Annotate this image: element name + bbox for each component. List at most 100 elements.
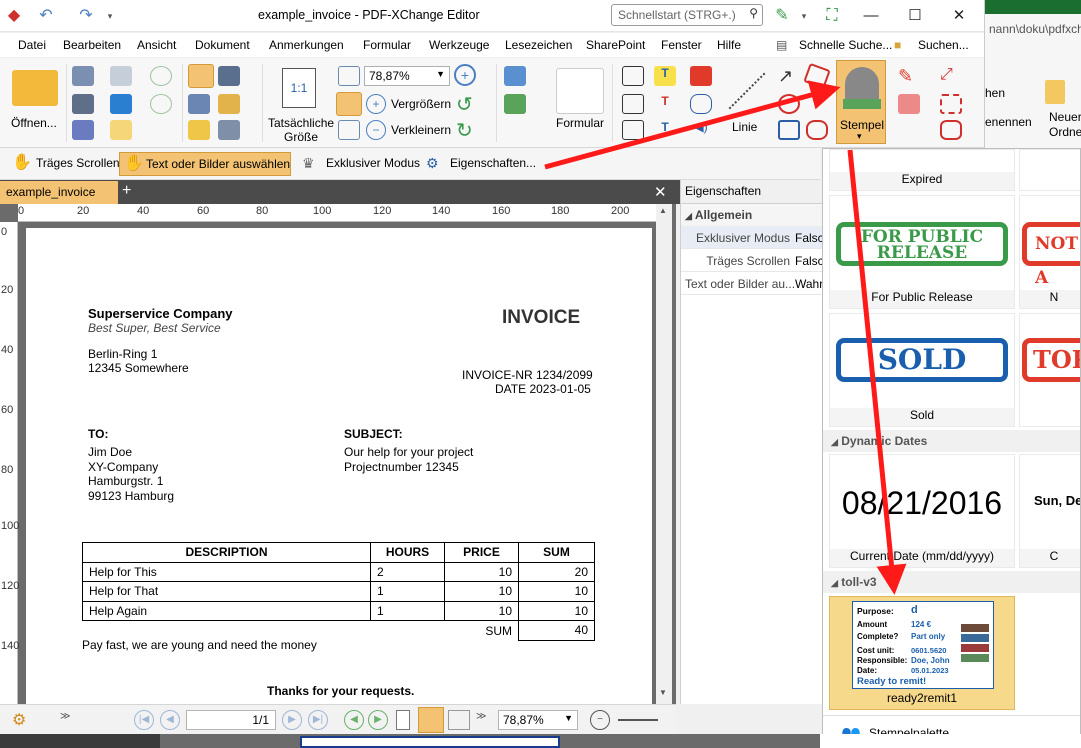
property-row[interactable]: Träges Scrollen Falsch [681, 249, 830, 272]
zoom-select-bottom[interactable]: 78,87% ▼ [498, 710, 578, 730]
hand-tool-icon[interactable] [188, 64, 214, 88]
measure-perimeter-icon[interactable] [940, 94, 962, 114]
search-folder-icon[interactable]: ■ [894, 38, 901, 52]
open-folder-icon[interactable] [12, 70, 58, 106]
close-button[interactable]: ✕ [944, 6, 974, 26]
chevron-down-icon[interactable]: ▾ [100, 6, 120, 26]
stamp-item-sold[interactable]: SOLD Sold [829, 313, 1015, 427]
stamp-item[interactable] [1019, 149, 1080, 191]
zoom-out-label[interactable]: Verkleinern [391, 123, 451, 137]
attachment-icon[interactable] [690, 94, 712, 114]
menu-bearbeiten[interactable]: Bearbeiten [63, 38, 121, 52]
text-box-icon[interactable] [622, 94, 644, 114]
menu-sharepoint[interactable]: SharePoint [586, 38, 645, 52]
last-page-icon[interactable]: ▶| [308, 710, 328, 730]
document-tab[interactable]: example_invoice [0, 181, 118, 204]
forward-view-icon[interactable]: ▶ [368, 710, 388, 730]
stamp-item-top-secret[interactable]: TOP [1019, 313, 1080, 427]
add-tab-icon[interactable]: + [122, 182, 131, 200]
exclusive-mode-button[interactable]: ♛ Exklusiver Modus [300, 152, 420, 176]
gear-icon[interactable]: ⚙ [12, 710, 26, 730]
zoom-out-icon[interactable]: − [590, 710, 610, 730]
menu-hilfe[interactable]: Hilfe [717, 38, 741, 52]
stamp-section-dynamic-dates[interactable]: ◢ Dynamic Dates [823, 430, 1080, 452]
zoom-in-magnifier-icon[interactable]: + [454, 64, 476, 86]
zoom-in-icon[interactable]: + [366, 94, 386, 114]
two-page-icon[interactable] [448, 710, 470, 730]
quick-launch-input[interactable]: Schnellstart (STRG+.) ⚲ [611, 4, 763, 26]
text-field-icon[interactable] [622, 66, 644, 86]
comment-icon[interactable] [188, 120, 210, 140]
strikeout-icon[interactable]: T [654, 94, 676, 114]
measure-distance-icon[interactable]: ⤢ [940, 66, 962, 86]
redo-icon[interactable]: ↷ [76, 6, 96, 26]
pdf-page[interactable]: Superservice Company Best Super, Best Se… [26, 228, 652, 704]
menu-datei[interactable]: Datei [18, 38, 46, 52]
pencil-icon[interactable]: ✎ [898, 66, 920, 86]
property-row[interactable]: Text oder Bilder au... Wahr [681, 272, 824, 295]
sticky-note-icon[interactable] [690, 66, 712, 86]
page-number-input[interactable]: 1/1 [186, 710, 276, 730]
first-page-icon[interactable]: |◀ [134, 710, 154, 730]
line-label[interactable]: Linie [732, 120, 757, 134]
brush-icon[interactable]: ✎ [772, 6, 792, 26]
stamp-item-current-date[interactable]: 08/21/2016 Current Date (mm/dd/yyyy) [829, 454, 1015, 568]
scroll-down-icon[interactable]: ▼ [659, 688, 667, 697]
actual-size-label-2[interactable]: Größe [284, 130, 318, 144]
lazy-scroll-button[interactable]: ✋ Träges Scrollen [10, 152, 120, 176]
callout-icon[interactable] [622, 120, 644, 140]
menu-werkzeuge[interactable]: Werkzeuge [429, 38, 489, 52]
open-button-label[interactable]: Öffnen... [11, 116, 57, 130]
undo-icon[interactable]: ↶ [36, 6, 56, 26]
actual-size-icon[interactable]: 1:1 [282, 68, 316, 108]
sound-icon[interactable]: ◀) [690, 120, 712, 140]
chevron-double-down-icon[interactable]: ≫ [476, 711, 486, 722]
underline-icon[interactable]: T [654, 120, 676, 140]
form-button-label[interactable]: Formular [556, 116, 604, 130]
add-text-icon[interactable] [504, 94, 526, 114]
stamp-item-public-release[interactable]: FOR PUBLIC RELEASE For Public Release [829, 195, 1015, 309]
single-page-icon[interactable] [396, 710, 410, 730]
arrow-tool-icon[interactable]: ↗ [778, 66, 800, 86]
chevron-down-icon[interactable]: ▾ [794, 6, 814, 26]
menu-formular[interactable]: Formular [363, 38, 411, 52]
menu-ansicht[interactable]: Ansicht [137, 38, 176, 52]
properties-group[interactable]: ◢ Allgemein [681, 204, 824, 226]
stamp-item-current-date-long[interactable]: Sun, De C [1019, 454, 1080, 568]
save-icon[interactable] [72, 66, 94, 86]
back-view-icon[interactable]: ◀ [344, 710, 364, 730]
search-button[interactable]: Suchen... [918, 38, 969, 52]
menu-dokument[interactable]: Dokument [195, 38, 250, 52]
forward-icon[interactable] [150, 94, 172, 114]
stamp-item-not-approved[interactable]: NOT A N [1019, 195, 1080, 309]
stamp-item-expired[interactable]: Expired [829, 149, 1015, 191]
back-icon[interactable] [150, 66, 172, 86]
new-doc-icon[interactable] [110, 120, 132, 140]
email-icon[interactable] [110, 66, 132, 86]
vertical-scrollbar[interactable]: ▲ ▼ [656, 204, 672, 704]
document-view[interactable]: 0 20 40 60 80 100 120 140 160 180 200 0 … [0, 204, 676, 704]
print-icon[interactable] [72, 94, 94, 114]
close-tab-icon[interactable]: ✕ [654, 183, 667, 201]
edit-icon[interactable] [218, 120, 240, 140]
menu-lesezeichen[interactable]: Lesezeichen [505, 38, 572, 52]
property-row[interactable]: Exklusiver Modus Falsch [681, 226, 830, 249]
export-icon[interactable] [72, 120, 94, 140]
measure-area-icon[interactable] [940, 120, 962, 140]
clipboard-icon[interactable] [218, 94, 240, 114]
next-page-icon[interactable]: ▶ [282, 710, 302, 730]
eraser-icon[interactable] [898, 94, 920, 114]
rotate-left-icon[interactable]: ↺ [456, 92, 473, 117]
fit-visible-icon[interactable] [338, 120, 360, 140]
property-value[interactable]: Wahr [795, 277, 823, 291]
quick-find-icon[interactable]: ▤ [776, 38, 787, 52]
image-icon[interactable] [504, 66, 526, 86]
snapshot-icon[interactable] [218, 66, 240, 86]
stamp-button[interactable]: Stempel ▾ [836, 60, 886, 144]
chevron-double-down-icon[interactable]: ≫ [60, 711, 70, 722]
maximize-button[interactable]: ☐ [900, 6, 930, 26]
zoom-slider[interactable] [618, 719, 658, 721]
fit-page-icon[interactable] [338, 66, 360, 86]
rectangle-icon[interactable] [778, 120, 800, 140]
scroll-up-icon[interactable]: ▲ [659, 206, 667, 215]
